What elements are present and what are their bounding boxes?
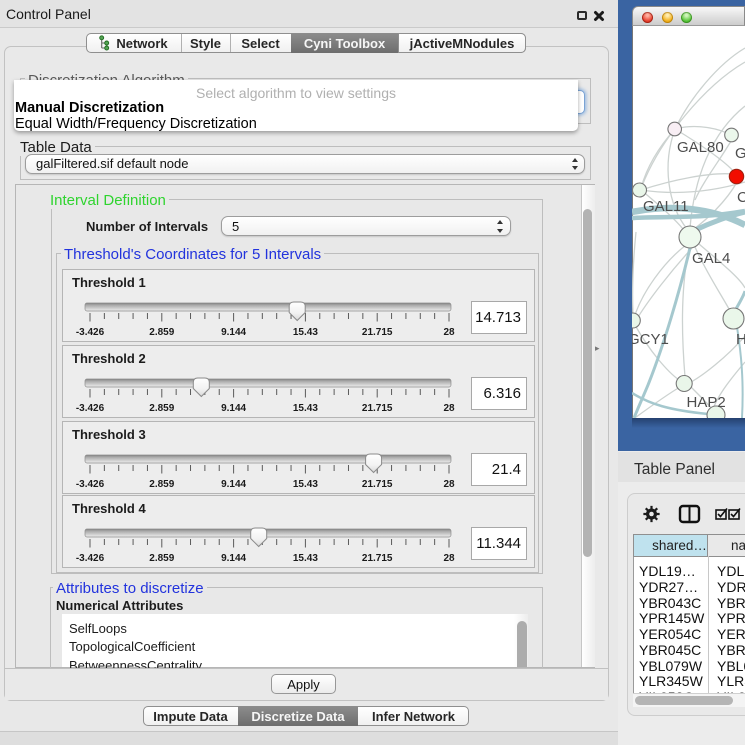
svg-text:2.859: 2.859 bbox=[149, 327, 174, 338]
svg-text:15.43: 15.43 bbox=[293, 403, 318, 414]
svg-text:-3.426: -3.426 bbox=[76, 327, 105, 338]
svg-text:28: 28 bbox=[443, 553, 455, 564]
svg-text:GAL11: GAL11 bbox=[643, 198, 689, 215]
svg-text:-3.426: -3.426 bbox=[76, 403, 105, 414]
svg-text:15.43: 15.43 bbox=[293, 553, 318, 564]
svg-text:21.715: 21.715 bbox=[362, 479, 393, 490]
svg-text:28: 28 bbox=[443, 327, 455, 338]
svg-text:-3.426: -3.426 bbox=[76, 479, 105, 490]
svg-text:21.715: 21.715 bbox=[362, 403, 393, 414]
svg-text:2.859: 2.859 bbox=[149, 403, 174, 414]
svg-text:15.43: 15.43 bbox=[293, 327, 318, 338]
svg-text:GA: GA bbox=[735, 145, 745, 162]
svg-text:GAL80: GAL80 bbox=[677, 139, 724, 156]
svg-text:-3.426: -3.426 bbox=[76, 553, 105, 564]
svg-text:9.144: 9.144 bbox=[221, 403, 246, 414]
svg-text:GAL4: GAL4 bbox=[692, 250, 730, 267]
svg-text:28: 28 bbox=[443, 403, 455, 414]
svg-text:15.43: 15.43 bbox=[293, 479, 318, 490]
svg-text:2.859: 2.859 bbox=[149, 479, 174, 490]
svg-text:9.144: 9.144 bbox=[221, 327, 246, 338]
svg-text:C: C bbox=[737, 189, 745, 206]
svg-text:21.715: 21.715 bbox=[362, 553, 393, 564]
svg-text:GCY1: GCY1 bbox=[632, 331, 669, 348]
svg-text:28: 28 bbox=[443, 479, 455, 490]
svg-text:2.859: 2.859 bbox=[149, 553, 174, 564]
svg-text:21.715: 21.715 bbox=[362, 327, 393, 338]
svg-text:HAP2: HAP2 bbox=[687, 394, 726, 411]
svg-text:H: H bbox=[736, 331, 745, 348]
svg-text:9.144: 9.144 bbox=[221, 553, 246, 564]
svg-text:9.144: 9.144 bbox=[221, 479, 246, 490]
